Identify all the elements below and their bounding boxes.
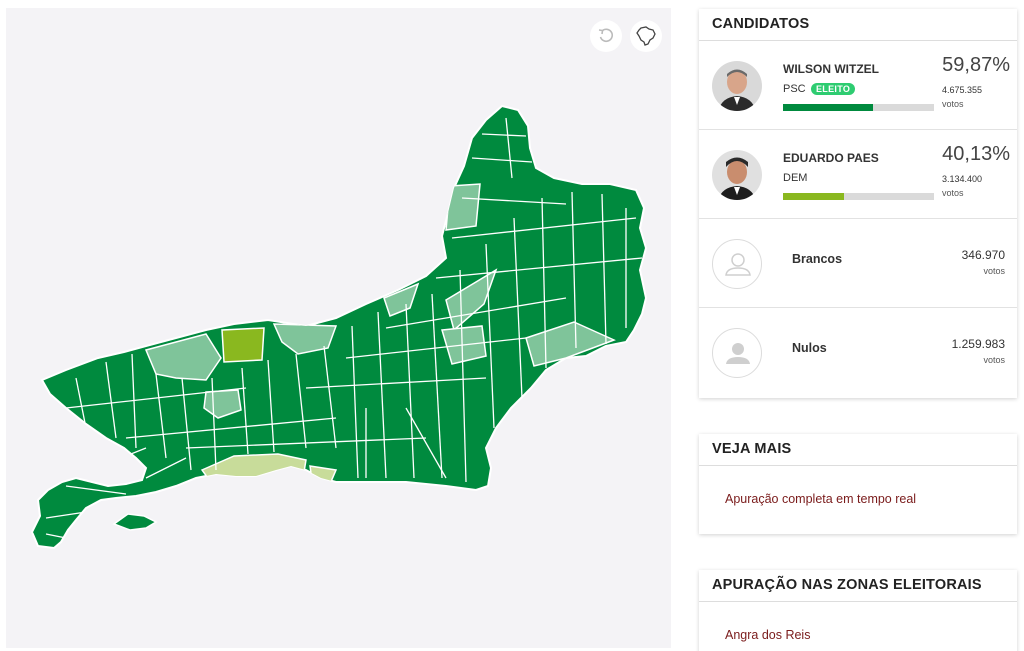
candidate-photo (712, 150, 762, 200)
municipality-paes (221, 327, 265, 363)
candidate-percent: 40,13% (942, 143, 1010, 165)
candidate-party: PSC (783, 83, 806, 95)
vote-bar (783, 193, 934, 200)
candidate-votes: 4.675.355 (942, 85, 983, 95)
user-outline-icon (725, 253, 751, 276)
ilha-grande (112, 513, 158, 531)
brazil-map-button[interactable] (630, 20, 662, 52)
vote-bar-fill (783, 193, 844, 200)
placeholder-avatar (712, 239, 762, 289)
candidate-party: DEM (783, 172, 808, 184)
brazil-map-icon (636, 26, 656, 46)
state-map[interactable] (6, 8, 671, 648)
candidates-card: CANDIDATOS WILSON WITZEL PSC ELEITO 59,8… (699, 9, 1017, 398)
realtime-results-link[interactable]: Apuração completa em tempo real (725, 492, 916, 506)
vote-bar-fill (783, 104, 874, 111)
state-outline (30, 104, 648, 550)
blank-votes-label: Brancos (792, 252, 843, 266)
municipality-light (144, 333, 222, 381)
candidate-row[interactable]: WILSON WITZEL PSC ELEITO 59,87% 4.675.35… (699, 41, 1017, 130)
null-votes-count: 1.259.983 (951, 337, 1005, 351)
zona-link[interactable]: Angra dos Reis (725, 628, 810, 642)
zonas-title: APURAÇÃO NAS ZONAS ELEITORAIS (699, 570, 1017, 602)
blank-votes-row: Brancos 346.970 votos (699, 219, 1017, 308)
candidate-name: WILSON WITZEL (783, 62, 879, 76)
candidate-row[interactable]: EDUARDO PAES DEM 40,13% 3.134.400 votos (699, 130, 1017, 219)
reset-map-button[interactable] (590, 20, 622, 52)
vote-bar (783, 104, 934, 111)
votes-label: votos (983, 266, 1005, 276)
candidate-photo (712, 61, 762, 111)
candidate-votes: 3.134.400 (942, 174, 983, 184)
elected-badge: ELEITO (811, 83, 856, 95)
veja-mais-title: VEJA MAIS (699, 434, 1017, 466)
veja-mais-card: VEJA MAIS Apuração completa em tempo rea… (699, 434, 1017, 534)
zonas-card: APURAÇÃO NAS ZONAS ELEITORAIS Angra dos … (699, 570, 1017, 651)
map-panel (6, 8, 671, 648)
undo-icon (598, 28, 614, 43)
null-votes-row: Nulos 1.259.983 votos (699, 308, 1017, 397)
null-votes-label: Nulos (792, 341, 827, 355)
user-filled-icon (726, 343, 750, 364)
votes-label: votos (942, 99, 964, 109)
candidate-percent: 59,87% (942, 54, 1010, 76)
municipality-light (445, 183, 481, 231)
candidates-title: CANDIDATOS (699, 9, 1017, 41)
placeholder-avatar (712, 328, 762, 378)
blank-votes-count: 346.970 (961, 248, 1005, 262)
votes-label: votos (983, 355, 1005, 365)
candidate-name: EDUARDO PAES (783, 151, 879, 165)
votes-label: votos (942, 188, 964, 198)
